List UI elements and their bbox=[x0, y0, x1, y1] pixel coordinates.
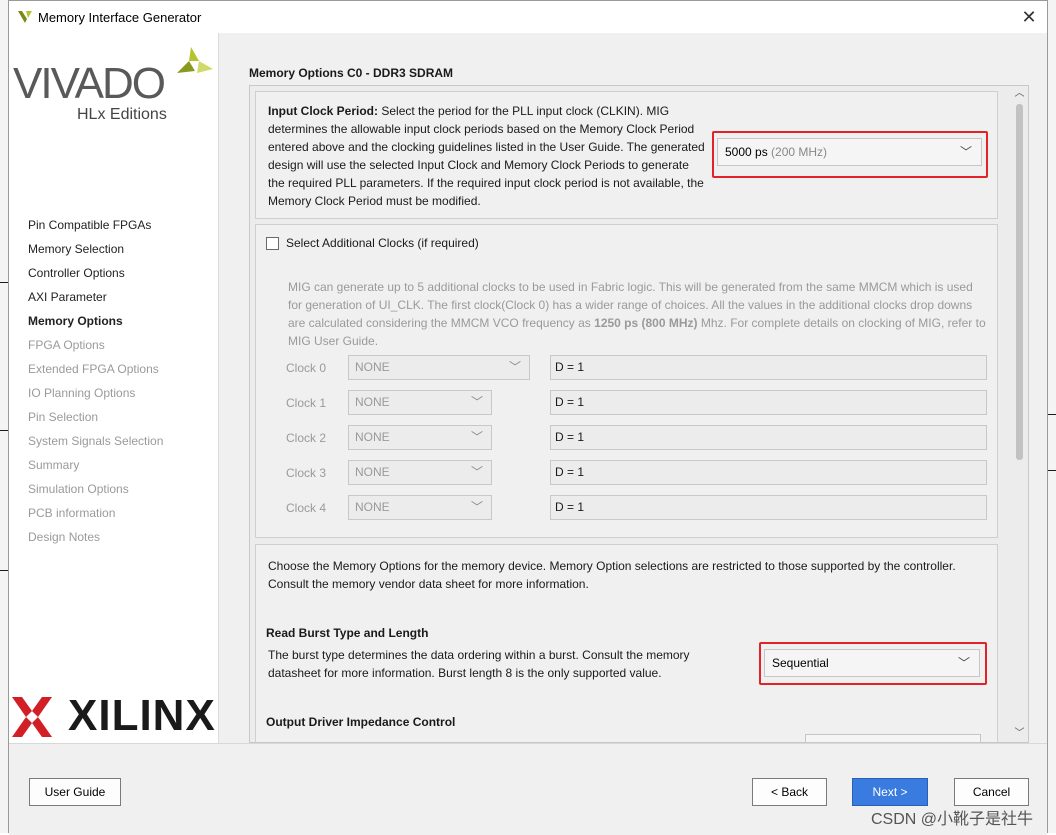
clock-0-divider: D = 1 bbox=[550, 355, 987, 380]
close-icon[interactable]: ✕ bbox=[1019, 7, 1039, 27]
additional-clocks-checkbox[interactable] bbox=[266, 237, 279, 250]
clock-4-value: NONE bbox=[355, 500, 390, 514]
main-content: Memory Options C0 - DDR3 SDRAM Input Clo… bbox=[219, 33, 1049, 743]
chevron-down-icon: ﹀ bbox=[470, 430, 483, 444]
clock-1-label: Clock 1 bbox=[286, 396, 327, 410]
additional-clocks-panel: Select Additional Clocks (if required) M… bbox=[255, 224, 998, 538]
sidebar-item-controller-options[interactable]: Controller Options bbox=[28, 261, 163, 285]
sidebar-item-system-signals-selection: System Signals Selection bbox=[28, 434, 164, 448]
sidebar-item-axi-parameter[interactable]: AXI Parameter bbox=[28, 285, 163, 309]
clock-1-select: NONE ﹀ bbox=[348, 390, 492, 415]
clock-1-value: NONE bbox=[355, 395, 390, 409]
sidebar-item-memory-selection[interactable]: Memory Selection bbox=[28, 237, 163, 261]
chevron-down-icon: ﹀ bbox=[470, 395, 483, 409]
input-clock-label: Input Clock Period: bbox=[268, 104, 379, 118]
burst-heading: Read Burst Type and Length bbox=[266, 626, 429, 640]
sidebar-item-fpga-options: FPGA Options bbox=[28, 338, 105, 352]
user-guide-button[interactable]: User Guide bbox=[29, 778, 121, 806]
sidebar-item-pcb-information: PCB information bbox=[28, 506, 116, 520]
sidebar-item-memory-options[interactable]: Memory Options bbox=[28, 309, 163, 333]
mig-dialog-window: Memory Interface Generator ✕ VIVADO HLx … bbox=[8, 0, 1049, 835]
chevron-down-icon: ﹀ bbox=[470, 500, 483, 514]
cancel-button[interactable]: Cancel bbox=[954, 778, 1029, 806]
vivado-logo: VIVADO HLx Editions bbox=[13, 37, 218, 127]
sidebar-item-pin-selection: Pin Selection bbox=[28, 410, 99, 424]
window-title: Memory Interface Generator bbox=[38, 10, 202, 25]
desktop-line bbox=[0, 430, 8, 431]
clock-0-value: NONE bbox=[355, 360, 390, 374]
csdn-watermark: CSDN @小靴子是社牛 bbox=[870, 811, 1033, 828]
vivado-wordmark: VIVADO bbox=[13, 59, 166, 108]
desktop-line bbox=[0, 282, 8, 283]
xilinx-wordmark: XILINX bbox=[68, 691, 216, 740]
section-title: Memory Options C0 - DDR3 SDRAM bbox=[249, 66, 454, 80]
odi-heading: Output Driver Impedance Control bbox=[266, 715, 456, 729]
scroll-thumb[interactable] bbox=[1016, 104, 1023, 460]
clock-4-select: NONE ﹀ bbox=[348, 495, 492, 520]
sidebar-item-pin-compatible-fpgas[interactable]: Pin Compatible FPGAs bbox=[28, 213, 163, 237]
wizard-steps: Pin Compatible FPGAs Memory Selection Co… bbox=[28, 213, 163, 549]
sidebar-item-design-notes: Design Notes bbox=[28, 530, 101, 544]
clock-4-divider: D = 1 bbox=[550, 495, 987, 520]
vco-frequency: 1250 ps (800 MHz) bbox=[594, 316, 698, 330]
clock-1-divider: D = 1 bbox=[550, 390, 987, 415]
clock-0-select: NONE ﹀ bbox=[348, 355, 530, 380]
input-clock-description: Input Clock Period: Select the period fo… bbox=[268, 102, 708, 210]
clock-3-select: NONE ﹀ bbox=[348, 460, 492, 485]
clock-3-value: NONE bbox=[355, 465, 390, 479]
vivado-app-icon bbox=[18, 11, 32, 23]
highlight-box bbox=[759, 642, 987, 685]
desktop-line bbox=[0, 570, 8, 571]
wizard-sidebar: VIVADO HLx Editions Pin Compatible FPGAs… bbox=[9, 33, 218, 743]
scroll-down-icon[interactable]: ﹀ bbox=[1011, 726, 1028, 742]
sidebar-item-summary: Summary bbox=[28, 458, 80, 472]
vivado-leaf-icon bbox=[177, 47, 213, 73]
sidebar-item-simulation-options: Simulation Options bbox=[28, 482, 129, 496]
xilinx-logo: XILINX bbox=[12, 691, 217, 751]
options-scroll-area[interactable]: Input Clock Period: Select the period fo… bbox=[249, 85, 1029, 743]
input-clock-panel: Input Clock Period: Select the period fo… bbox=[255, 91, 998, 219]
clock-4-label: Clock 4 bbox=[286, 501, 327, 515]
button-bar: User Guide < Back Next > Cancel CSDN @小靴… bbox=[9, 743, 1047, 835]
chevron-down-icon: ﹀ bbox=[508, 360, 521, 374]
input-clock-text: Select the period for the PLL input cloc… bbox=[268, 104, 705, 208]
highlight-box bbox=[712, 131, 988, 178]
desktop-background-left bbox=[0, 0, 8, 833]
sidebar-item-extended-fpga-options: Extended FPGA Options bbox=[28, 362, 159, 376]
title-bar: Memory Interface Generator ✕ bbox=[9, 1, 1047, 33]
clock-2-divider: D = 1 bbox=[550, 425, 987, 450]
clock-3-divider: D = 1 bbox=[550, 460, 987, 485]
sidebar-item-io-planning-options: IO Planning Options bbox=[28, 386, 136, 400]
clock-2-select: NONE ﹀ bbox=[348, 425, 492, 450]
next-button[interactable]: Next > bbox=[852, 778, 928, 806]
additional-clocks-note: MIG can generate up to 5 additional cloc… bbox=[288, 278, 988, 350]
memory-options-intro: Choose the Memory Options for the memory… bbox=[268, 559, 956, 591]
odi-select[interactable] bbox=[805, 734, 981, 742]
clock-3-label: Clock 3 bbox=[286, 466, 327, 480]
memory-options-panel: Choose the Memory Options for the memory… bbox=[255, 544, 998, 742]
scroll-up-icon[interactable]: ︿ bbox=[1011, 86, 1028, 102]
vertical-scrollbar[interactable]: ︿ ﹀ bbox=[1011, 86, 1028, 742]
clock-0-label: Clock 0 bbox=[286, 361, 327, 375]
xilinx-x-icon bbox=[12, 697, 52, 737]
hlx-edition-label: HLx Editions bbox=[77, 106, 167, 123]
additional-clocks-label[interactable]: Select Additional Clocks (if required) bbox=[286, 236, 479, 250]
clock-2-value: NONE bbox=[355, 430, 390, 444]
clock-2-label: Clock 2 bbox=[286, 431, 327, 445]
back-button[interactable]: < Back bbox=[752, 778, 827, 806]
chevron-down-icon: ﹀ bbox=[470, 465, 483, 479]
burst-description: The burst type determines the data order… bbox=[268, 648, 690, 680]
